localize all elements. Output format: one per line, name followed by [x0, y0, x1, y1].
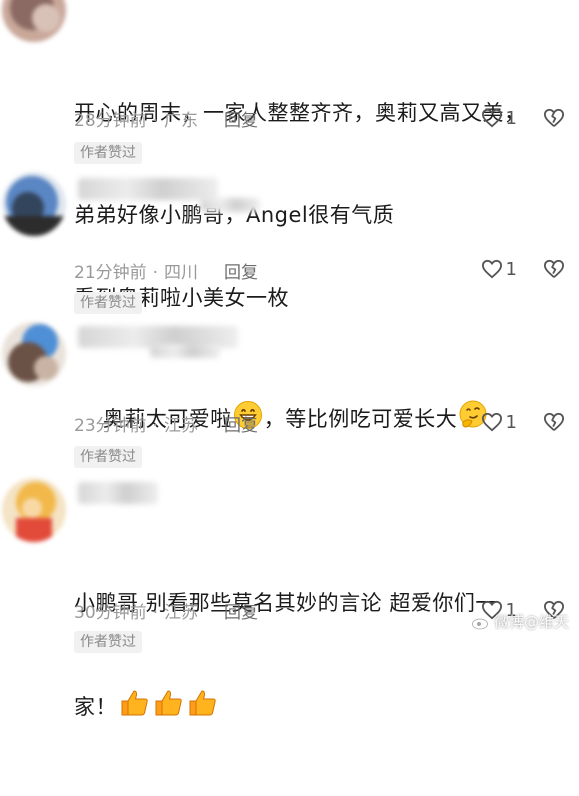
comment-actions: 1 — [481, 105, 565, 131]
author-liked-badge: 作者赞过 — [74, 292, 142, 314]
thumbs-up-emoji — [152, 688, 184, 728]
reply-button[interactable]: 回复 — [224, 263, 258, 283]
avatar[interactable] — [2, 478, 66, 542]
reply-button[interactable]: 回复 — [224, 603, 258, 623]
like-count: 1 — [505, 411, 517, 433]
comment-text: 看到奥莉啦小美女一枚 — [74, 286, 289, 310]
broken-heart-icon — [544, 108, 565, 127]
watermark-text: 微博@维天 — [493, 613, 569, 631]
dislike-button[interactable] — [543, 108, 565, 128]
weibo-watermark: 微博@维天 — [472, 611, 569, 632]
broken-heart-icon — [544, 259, 565, 278]
broken-heart-icon — [544, 412, 565, 431]
like-count: 1 — [505, 107, 517, 129]
comment-time: 23分钟前 — [74, 416, 147, 436]
comment-meta: 23分钟前 · 江苏 回复 — [74, 416, 259, 436]
author-liked-badge: 作者赞过 — [74, 631, 142, 653]
username-blurred — [200, 198, 260, 212]
comment-text: 小鹏哥 别看那些莫名其妙的言论 超爱你们一 家！ — [74, 518, 574, 796]
like-button[interactable]: 1 — [481, 259, 517, 280]
heart-outline-icon — [481, 259, 502, 279]
comment-location: 广东 — [164, 111, 199, 131]
thumbs-up-emoji — [186, 688, 218, 728]
heart-outline-icon — [481, 412, 502, 432]
reply-button[interactable]: 回复 — [224, 416, 258, 436]
weibo-logo-icon — [472, 614, 489, 629]
username-blurred[interactable] — [78, 482, 158, 504]
avatar[interactable] — [2, 0, 66, 42]
comment-actions: 1 — [481, 256, 565, 282]
username-blurred[interactable] — [78, 178, 218, 200]
dislike-button[interactable] — [543, 259, 565, 279]
like-button[interactable]: 1 — [481, 108, 517, 129]
heart-outline-icon — [481, 108, 502, 128]
author-liked-badge: 作者赞过 — [74, 446, 142, 468]
comment-meta: 28分钟前 · 广东 回复 — [74, 111, 259, 131]
comment-actions: 1 — [481, 409, 565, 435]
dislike-button[interactable] — [543, 412, 565, 432]
comment-location: 四川 — [164, 263, 199, 283]
comment-location: 江苏 — [164, 603, 199, 623]
comment-meta: 21分钟前 · 四川 回复 — [74, 263, 259, 283]
like-count: 1 — [505, 258, 517, 280]
avatar[interactable] — [2, 172, 66, 236]
comment-time: 30分钟前 — [74, 603, 147, 623]
comment-meta: 30分钟前 · 江苏 回复 — [74, 603, 259, 623]
avatar[interactable] — [2, 322, 66, 386]
reply-button[interactable]: 回复 — [224, 111, 258, 131]
thumbs-up-emoji — [118, 688, 150, 728]
like-button[interactable]: 1 — [481, 412, 517, 433]
author-liked-badge: 作者赞过 — [74, 142, 142, 164]
comment-location: 江苏 — [164, 416, 199, 436]
username-blurred — [150, 344, 220, 358]
comment-time: 28分钟前 — [74, 111, 147, 131]
comment-time: 21分钟前 — [74, 263, 147, 283]
